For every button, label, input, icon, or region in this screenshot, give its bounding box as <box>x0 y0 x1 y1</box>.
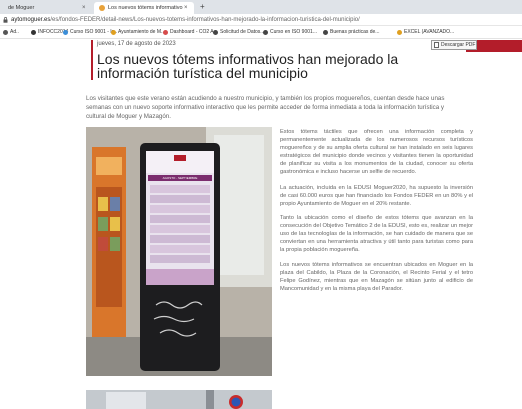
address-bar[interactable]: aytomoguer.es/es/fondos-FEDER/detail-new… <box>0 14 522 26</box>
bookmark-label: Dashboard - CO2 A... <box>170 29 218 35</box>
bookmark-favicon-icon <box>111 30 116 35</box>
article-paragraph: Los nuevos tótems informativos se encuen… <box>280 262 473 293</box>
lock-icon <box>3 17 8 23</box>
bookmark-favicon-icon <box>397 30 402 35</box>
bookmark-label: Ayuntamiento de M... <box>118 29 166 35</box>
bookmark-favicon-icon <box>31 30 36 35</box>
bookmark-label: EXCEL (AVANZADO... <box>404 29 455 35</box>
bookmark-favicon-icon <box>163 30 168 35</box>
totem-photo: AGOSTO - SEPTIEMBRE <box>86 127 272 376</box>
bookmarks-bar: Ad.. INFOCC2014 Curso ISO 9001 - In.. Ayunt… <box>0 26 522 39</box>
bookmark-item[interactable]: Dashboard - CO2 A... <box>162 26 218 39</box>
favicon-icon <box>99 5 105 11</box>
article-paragraph: Estos tótems táctiles que ofrecen una in… <box>280 129 473 176</box>
new-tab-button[interactable]: + <box>200 1 205 13</box>
bookmark-favicon-icon <box>213 30 218 35</box>
bookmark-label: Curso en ISO 9001... <box>270 29 317 35</box>
bookmark-item[interactable]: Ad.. <box>2 26 19 39</box>
url-host: aytomoguer.es <box>11 17 51 23</box>
pdf-icon <box>434 42 439 48</box>
bookmark-item[interactable]: Ayuntamiento de M... <box>110 26 165 39</box>
bookmark-label: Solicitud de Datos... <box>220 29 265 35</box>
bookmark-item[interactable]: Curso en ISO 9001... <box>262 26 317 39</box>
download-pdf-label: Descargar PDF <box>441 42 476 48</box>
download-pdf-button[interactable]: Descargar PDF <box>431 40 477 50</box>
bookmark-label: Ad.. <box>10 29 19 35</box>
bookmark-item[interactable]: Curso ISO 9001 - In.. <box>62 26 117 39</box>
bookmark-item[interactable]: EXCEL (AVANZADO... <box>396 26 454 39</box>
close-icon[interactable]: × <box>184 2 188 14</box>
bookmark-favicon-icon <box>263 30 268 35</box>
url-path: /es/fondos-FEDER/detail-news/Los-nuevos-… <box>50 17 360 23</box>
second-photo <box>86 390 272 409</box>
browser-tab[interactable]: de Moguer × <box>0 2 92 14</box>
close-icon[interactable]: × <box>82 2 86 14</box>
bookmark-item[interactable]: Solicitud de Datos... <box>212 26 264 39</box>
bookmark-favicon-icon <box>323 30 328 35</box>
totem-screen-heading: AGOSTO - SEPTIEMBRE <box>162 176 198 180</box>
bookmark-favicon-icon <box>3 30 8 35</box>
publication-date: jueves, 17 de agosto de 2023 <box>97 41 176 47</box>
browser-tab-active[interactable]: Los nuevos tótems informativo × <box>94 2 194 14</box>
article-lead: Los visitantes que este verano están acu… <box>86 95 445 120</box>
totem-photo-illustration <box>86 127 272 376</box>
second-photo-illustration <box>86 390 272 409</box>
url-text[interactable]: aytomoguer.es/es/fondos-FEDER/detail-new… <box>11 14 360 26</box>
title-accent-rule <box>91 40 93 80</box>
tab-label: Los nuevos tótems informativo <box>108 5 183 11</box>
browser-tab-bar: de Moguer × Los nuevos tótems informativ… <box>0 0 522 14</box>
bookmark-favicon-icon <box>63 30 68 35</box>
bookmark-item[interactable]: Buenas prácticas de... <box>322 26 379 39</box>
article-paragraph: Tanto la ubicación como el diseño de est… <box>280 215 473 254</box>
tab-label: de Moguer <box>8 5 35 11</box>
article-title: Los nuevos tótems informativos han mejor… <box>97 51 399 81</box>
bookmark-label: Buenas prácticas de... <box>330 29 380 35</box>
article-paragraph: La actuación, incluida en la EDUSI Mogue… <box>280 185 473 208</box>
